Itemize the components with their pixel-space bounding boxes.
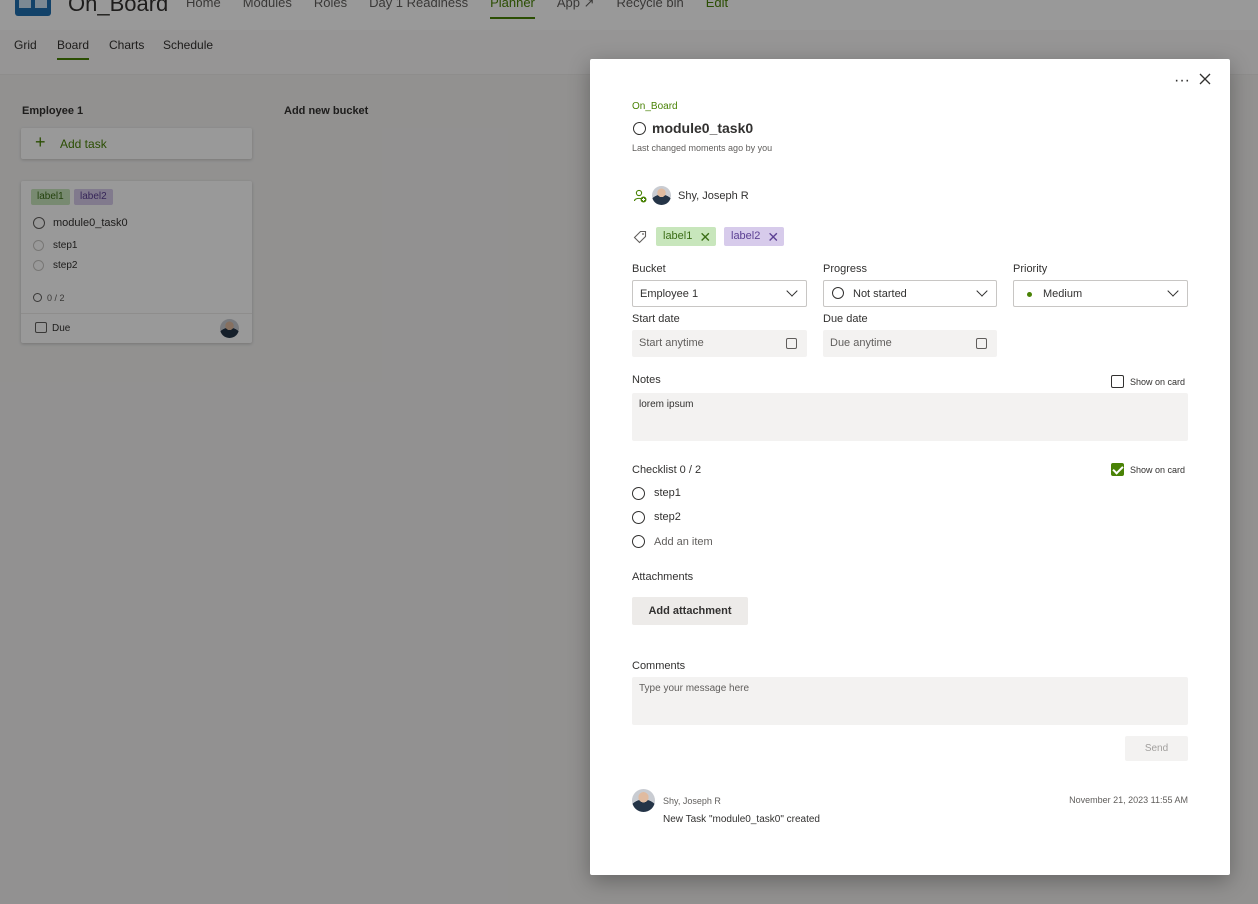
bucket-select[interactable]: Employee 1: [632, 280, 807, 307]
comment-placeholder: Type your message here: [639, 683, 750, 694]
notes-show-on-card-label[interactable]: Show on card: [1130, 377, 1185, 387]
priority-value: Medium: [1043, 288, 1083, 300]
label-chip-2: label2 ✕: [724, 227, 785, 246]
plan-name[interactable]: On_Board: [632, 101, 678, 112]
comment-date: November 21, 2023 11:55 AM: [1069, 795, 1188, 805]
chevron-down-icon: [786, 285, 798, 297]
add-checklist-item-input[interactable]: Add an item: [654, 536, 713, 548]
checklist-item-2[interactable]: step2: [654, 511, 681, 523]
chevron-down-icon: [1167, 285, 1179, 297]
send-button[interactable]: Send: [1125, 736, 1188, 761]
bucket-label: Bucket: [632, 263, 666, 275]
avatar: [632, 789, 655, 812]
progress-value: Not started: [853, 288, 907, 300]
priority-label: Priority: [1013, 263, 1048, 275]
more-options-icon[interactable]: ···: [1174, 72, 1190, 90]
task-title[interactable]: module0_task0: [652, 120, 753, 136]
due-date-placeholder: Due anytime: [830, 337, 892, 349]
start-date-label: Start date: [632, 313, 680, 325]
chevron-down-icon: [976, 285, 988, 297]
remove-label-icon[interactable]: ✕: [767, 230, 779, 244]
start-date-placeholder: Start anytime: [639, 337, 704, 349]
close-icon[interactable]: [1197, 71, 1213, 87]
bucket-value: Employee 1: [640, 288, 699, 300]
start-date-field[interactable]: Start anytime: [632, 330, 807, 357]
priority-select[interactable]: Medium: [1013, 280, 1188, 307]
notes-show-on-card-checkbox[interactable]: [1111, 375, 1124, 388]
remove-label-icon[interactable]: ✕: [699, 230, 711, 244]
attachments-label: Attachments: [632, 571, 694, 583]
comments-label: Comments: [632, 660, 686, 672]
assign-user-icon[interactable]: [633, 189, 647, 203]
comment-text: New Task "module0_task0" created: [663, 814, 820, 825]
label-chip-1: label1 ✕: [656, 227, 717, 246]
label-chip-text: label1: [663, 230, 693, 242]
notes-label: Notes: [632, 374, 661, 386]
add-attachment-button[interactable]: Add attachment: [632, 597, 748, 625]
complete-circle-icon[interactable]: [633, 122, 646, 135]
notes-value: lorem ipsum: [639, 399, 694, 410]
due-date-field[interactable]: Due anytime: [823, 330, 997, 357]
not-started-icon: [832, 287, 844, 299]
label-chip-text: label2: [731, 230, 761, 242]
assignee-name[interactable]: Shy, Joseph R: [678, 190, 749, 202]
checklist-show-on-card-checkbox[interactable]: [1111, 463, 1124, 476]
calendar-icon[interactable]: [786, 338, 797, 349]
due-date-label: Due date: [823, 313, 868, 325]
medium-priority-icon: [1027, 292, 1032, 297]
checklist-item-circle-icon[interactable]: [632, 511, 645, 524]
comment-author: Shy, Joseph R: [663, 796, 721, 806]
notes-field[interactable]: [632, 393, 1188, 441]
avatar[interactable]: [652, 186, 671, 205]
calendar-icon[interactable]: [976, 338, 987, 349]
add-item-circle-icon: [632, 535, 645, 548]
task-details-dialog: ··· On_Board module0_task0 Last changed …: [590, 59, 1230, 875]
checklist-item-circle-icon[interactable]: [632, 487, 645, 500]
last-changed: Last changed moments ago by you: [632, 143, 773, 153]
checklist-show-on-card-label[interactable]: Show on card: [1130, 465, 1185, 475]
tag-icon: [633, 230, 647, 244]
progress-label: Progress: [823, 263, 868, 275]
progress-select[interactable]: Not started: [823, 280, 997, 307]
checklist-label: Checklist 0 / 2: [632, 464, 702, 476]
checklist-item-1[interactable]: step1: [654, 487, 681, 499]
